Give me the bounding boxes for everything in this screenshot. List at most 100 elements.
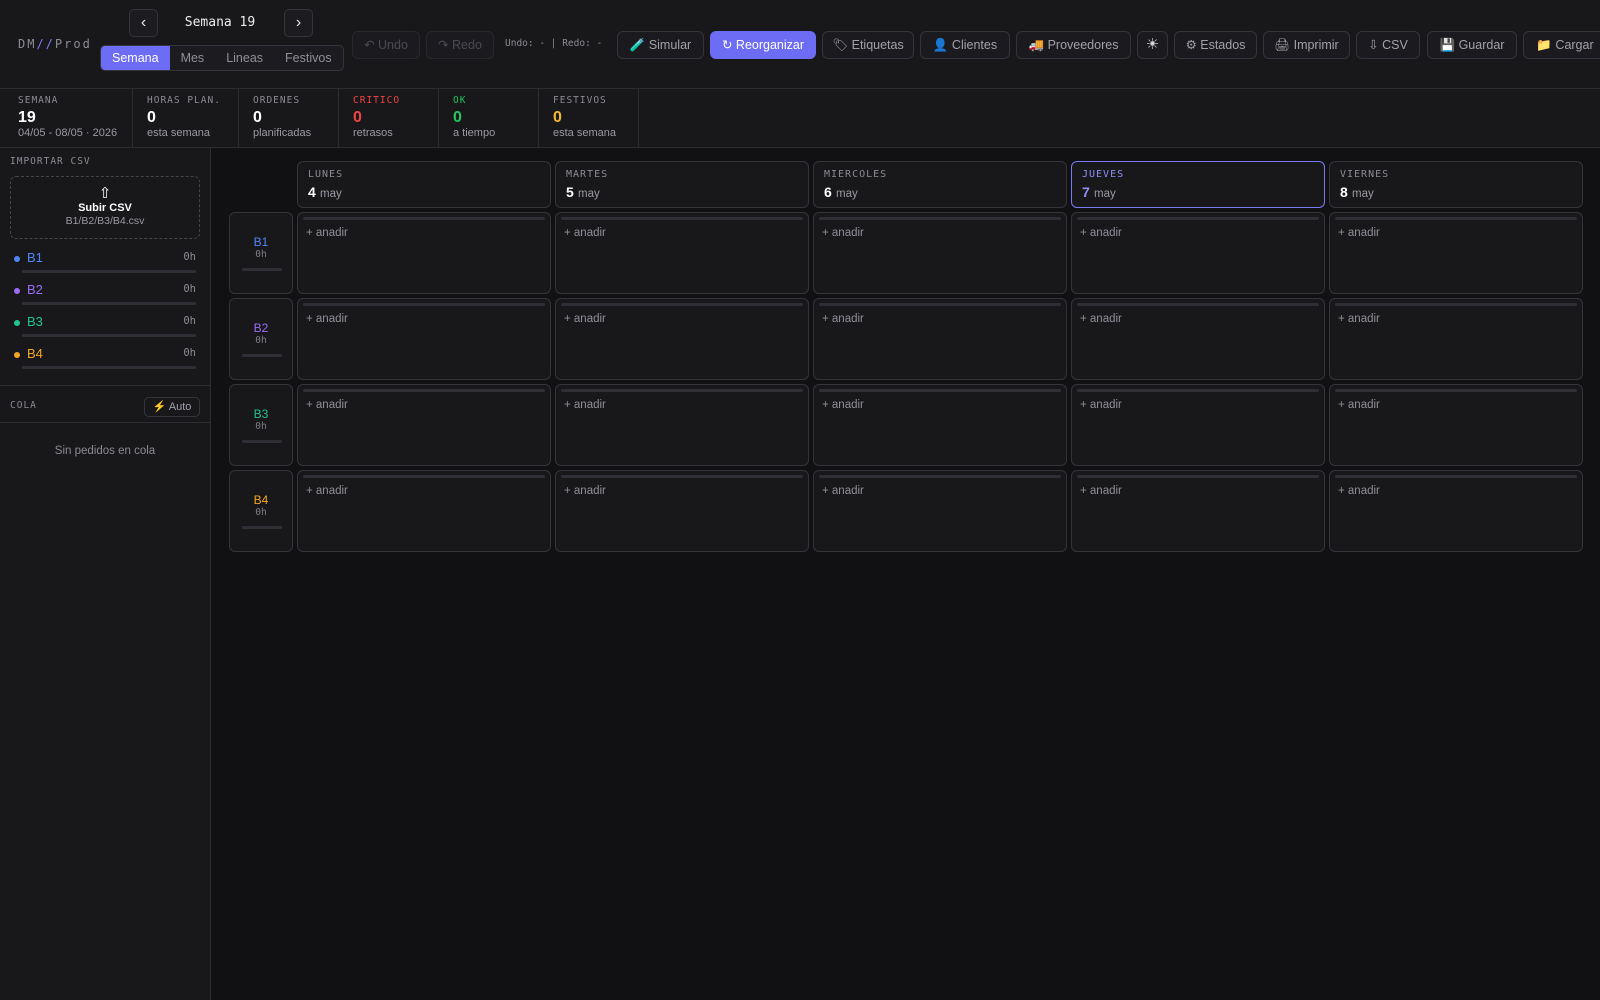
row-label-b4: B4 0h — [229, 470, 293, 552]
sidebar: IMPORTAR CSV ⇧ Subir CSV B1/B2/B3/B4.csv… — [0, 148, 211, 1000]
line-name: B3 — [27, 314, 43, 329]
tab-festivos[interactable]: Festivos — [274, 46, 343, 70]
cell-b2-viernes[interactable]: + anadir — [1329, 298, 1583, 380]
upload-subtitle: B1/B2/B3/B4.csv — [65, 215, 145, 227]
add-order-button[interactable]: + anadir — [1080, 485, 1122, 497]
line-name: B2 — [27, 282, 43, 297]
csv-export-button[interactable]: ⇩ CSV — [1356, 31, 1420, 59]
line-item-b4[interactable]: B4 0h — [14, 346, 200, 370]
add-order-button[interactable]: + anadir — [1080, 313, 1122, 325]
add-order-button[interactable]: + anadir — [1338, 313, 1380, 325]
add-order-button[interactable]: + anadir — [1338, 227, 1380, 239]
cell-b2-miercoles[interactable]: + anadir — [813, 298, 1067, 380]
cell-load-bar — [1077, 303, 1319, 306]
day-name: JUEVES — [1082, 169, 1125, 180]
add-order-button[interactable]: + anadir — [1080, 399, 1122, 411]
stat-festivos: FESTIVOS 0 esta semana — [539, 89, 639, 147]
upload-csv-dropzone[interactable]: ⇧ Subir CSV B1/B2/B3/B4.csv — [10, 176, 200, 239]
estados-button[interactable]: ⚙ Estados — [1174, 31, 1257, 59]
cell-b1-viernes[interactable]: + anadir — [1329, 212, 1583, 294]
cell-b3-miercoles[interactable]: + anadir — [813, 384, 1067, 466]
add-order-button[interactable]: + anadir — [822, 227, 864, 239]
add-order-button[interactable]: + anadir — [564, 485, 606, 497]
day-header-viernes: VIERNES 8 may — [1329, 161, 1583, 208]
reorganizar-button[interactable]: ↻ Reorganizar — [710, 31, 816, 59]
day-name: MIERCOLES — [824, 169, 888, 180]
stat-value: 19 — [18, 109, 36, 126]
cell-b2-jueves[interactable]: + anadir — [1071, 298, 1325, 380]
line-item-b1[interactable]: B1 0h — [14, 250, 200, 274]
stat-label: CRITICO — [353, 95, 401, 106]
add-order-button[interactable]: + anadir — [822, 485, 864, 497]
cell-load-bar — [1335, 303, 1577, 306]
cargar-button[interactable]: 📁 Cargar — [1523, 31, 1600, 59]
line-dot — [14, 288, 20, 294]
proveedores-button[interactable]: 🚚 Proveedores — [1016, 31, 1131, 59]
cell-b4-miercoles[interactable]: + anadir — [813, 470, 1067, 552]
cell-load-bar — [561, 475, 803, 478]
stat-ok: OK 0 a tiempo — [439, 89, 539, 147]
row-load-bar — [242, 526, 282, 529]
clientes-button[interactable]: 👤 Clientes — [920, 31, 1010, 59]
empty-queue-message: Sin pedidos en cola — [54, 445, 156, 457]
tab-lineas[interactable]: Lineas — [215, 46, 274, 70]
add-order-button[interactable]: + anadir — [564, 313, 606, 325]
line-item-b3[interactable]: B3 0h — [14, 314, 200, 338]
stat-horas: HORAS PLAN. 0 esta semana — [133, 89, 239, 147]
cell-b1-jueves[interactable]: + anadir — [1071, 212, 1325, 294]
add-order-button[interactable]: + anadir — [306, 485, 348, 497]
cell-b4-jueves[interactable]: + anadir — [1071, 470, 1325, 552]
import-csv-title: IMPORTAR CSV — [10, 156, 91, 167]
add-order-button[interactable]: + anadir — [1338, 485, 1380, 497]
row-hours: 0h — [255, 421, 267, 432]
row-name: B3 — [253, 407, 269, 421]
imprimir-button[interactable]: 🖨 Imprimir — [1263, 31, 1350, 59]
cell-b2-martes[interactable]: + anadir — [555, 298, 809, 380]
cell-b3-jueves[interactable]: + anadir — [1071, 384, 1325, 466]
cell-b3-martes[interactable]: + anadir — [555, 384, 809, 466]
cell-load-bar — [303, 217, 545, 220]
cell-b3-lunes[interactable]: + anadir — [297, 384, 551, 466]
cell-b4-martes[interactable]: + anadir — [555, 470, 809, 552]
add-order-button[interactable]: + anadir — [564, 227, 606, 239]
prev-week-button[interactable]: ‹ — [129, 9, 158, 37]
guardar-button[interactable]: 💾 Guardar — [1427, 31, 1517, 59]
add-order-button[interactable]: + anadir — [306, 227, 348, 239]
cell-b3-viernes[interactable]: + anadir — [1329, 384, 1583, 466]
line-name: B4 — [27, 346, 43, 361]
cell-b1-miercoles[interactable]: + anadir — [813, 212, 1067, 294]
add-order-button[interactable]: + anadir — [306, 313, 348, 325]
row-hours: 0h — [255, 507, 267, 518]
app-logo: DM//Prod — [18, 37, 92, 51]
add-order-button[interactable]: + anadir — [822, 313, 864, 325]
day-number: 4 — [308, 184, 316, 200]
undo-button[interactable]: ↶ Undo — [352, 31, 420, 59]
row-name: B1 — [253, 235, 269, 249]
add-order-button[interactable]: + anadir — [822, 399, 864, 411]
tab-semana[interactable]: Semana — [101, 46, 170, 70]
line-dot — [14, 352, 20, 358]
stat-sub: planificadas — [253, 127, 312, 139]
add-order-button[interactable]: + anadir — [1080, 227, 1122, 239]
cell-b1-martes[interactable]: + anadir — [555, 212, 809, 294]
add-order-button[interactable]: + anadir — [1338, 399, 1380, 411]
stat-value: 0 — [353, 109, 362, 126]
stat-sub: esta semana — [147, 127, 210, 139]
line-item-b2[interactable]: B2 0h — [14, 282, 200, 306]
cell-load-bar — [1335, 389, 1577, 392]
etiquetas-button[interactable]: 🏷 Etiquetas — [822, 31, 914, 59]
add-order-button[interactable]: + anadir — [564, 399, 606, 411]
cell-b4-lunes[interactable]: + anadir — [297, 470, 551, 552]
next-week-button[interactable]: › — [284, 9, 313, 37]
cell-b4-viernes[interactable]: + anadir — [1329, 470, 1583, 552]
day-number: 8 — [1340, 184, 1348, 200]
add-order-button[interactable]: + anadir — [306, 399, 348, 411]
cell-b2-lunes[interactable]: + anadir — [297, 298, 551, 380]
redo-button[interactable]: ↷ Redo — [426, 31, 494, 59]
cell-b1-lunes[interactable]: + anadir — [297, 212, 551, 294]
simular-button[interactable]: 🧪 Simular — [617, 31, 704, 59]
tab-mes[interactable]: Mes — [170, 46, 216, 70]
auto-schedule-button[interactable]: ⚡ Auto — [144, 397, 200, 417]
theme-toggle-icon[interactable]: ☀ — [1137, 31, 1168, 59]
row-load-bar — [242, 354, 282, 357]
